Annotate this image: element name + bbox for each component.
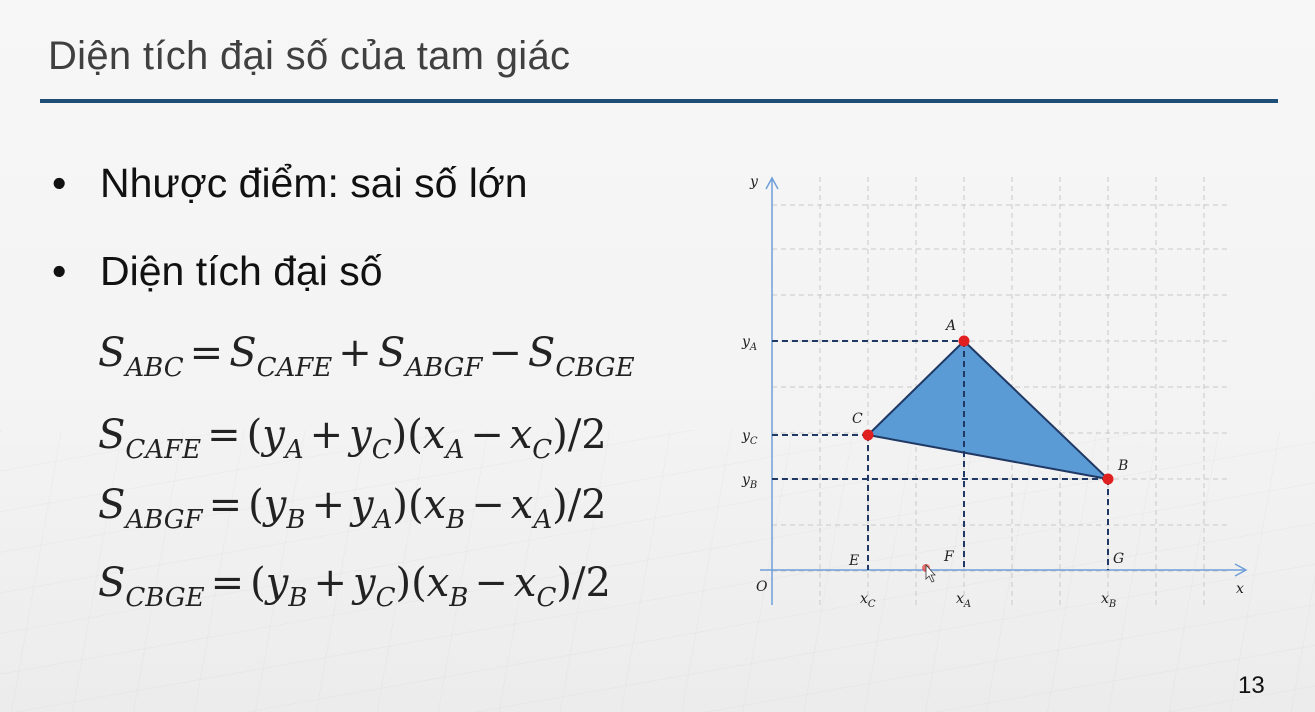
eq-subscript: C xyxy=(532,435,553,465)
eq-paren: ( xyxy=(246,412,263,458)
x-tick-xb: xB xyxy=(1101,591,1116,610)
eq-symbol: x xyxy=(423,482,447,528)
eq-paren: ( xyxy=(250,560,266,606)
equation-area-abc: SABC = SCAFE + SABGF − SCBGE xyxy=(98,330,635,383)
eq-subscript: A xyxy=(284,435,304,465)
eq-subscript: CBGE xyxy=(555,353,635,383)
eq-subscript: ABGF xyxy=(405,353,483,383)
eq-symbol: y xyxy=(349,412,372,458)
x-tick-xa: xA xyxy=(956,591,971,610)
eq-paren: ( xyxy=(407,412,423,458)
eq-paren: ) xyxy=(392,482,408,528)
point-label-g: G xyxy=(1113,551,1124,567)
eq-plus: + xyxy=(313,560,347,606)
bullet-marker: • xyxy=(52,248,67,294)
eq-symbol: y xyxy=(263,482,287,528)
eq-paren: ( xyxy=(407,482,424,528)
mouse-pointer-icon xyxy=(925,563,936,583)
eq-minus: − xyxy=(474,560,508,606)
point-label-f: F xyxy=(943,549,955,565)
eq-subscript: B xyxy=(449,583,469,613)
bullet-algebraic-area: • Diện tích đại số xyxy=(52,248,383,295)
eq-subscript: B xyxy=(286,505,306,535)
eq-symbol: x xyxy=(509,412,533,458)
vertex-c xyxy=(862,429,874,441)
bullet-text: Nhược điểm: sai số lớn xyxy=(100,160,528,206)
eq-divide: /2 xyxy=(567,412,607,458)
point-label-e: E xyxy=(848,553,859,569)
eq-paren: ( xyxy=(411,560,427,606)
eq-subscript: C xyxy=(536,583,557,613)
vertex-b xyxy=(1102,473,1114,485)
eq-subscript: A xyxy=(373,505,393,535)
triangle-abc xyxy=(865,339,1112,481)
eq-subscript: B xyxy=(446,505,466,535)
title-underline xyxy=(40,99,1278,103)
page-number: 13 xyxy=(1238,672,1265,699)
eq-equals: = xyxy=(207,412,241,458)
eq-plus: + xyxy=(309,412,344,458)
eq-subscript: A xyxy=(445,435,465,465)
triangle-diagram: y x O A B C E F G yA yC yB xC xA xB xyxy=(741,174,1248,610)
eq-subscript: ABC xyxy=(125,353,184,383)
eq-paren: ) xyxy=(395,560,412,606)
eq-equals: = xyxy=(210,560,245,606)
point-label-b: B xyxy=(1117,458,1128,474)
y-tick-yb: yB xyxy=(741,472,757,491)
eq-minus: − xyxy=(471,482,505,528)
eq-symbol: y xyxy=(350,482,374,528)
eq-subscript: CAFE xyxy=(125,435,202,465)
eq-divide: /2 xyxy=(572,560,611,606)
equation-area-cafe: SCAFE = (yA + yC)(xA − xC)/2 xyxy=(98,412,607,465)
point-label-a: A xyxy=(944,318,956,334)
eq-symbol: x xyxy=(422,412,446,458)
eq-equals: = xyxy=(208,482,243,528)
eq-paren: ) xyxy=(552,482,568,528)
eq-subscript: B xyxy=(288,583,308,613)
equation-area-cbge: SCBGE = (yB + yC)(xB − xC)/2 xyxy=(98,560,611,613)
bullet-text: Diện tích đại số xyxy=(100,248,383,294)
eq-divide: /2 xyxy=(567,482,607,528)
eq-plus: + xyxy=(311,482,345,528)
bullet-marker: • xyxy=(52,160,67,206)
eq-equals: = xyxy=(189,330,224,376)
eq-symbol: y xyxy=(353,560,376,606)
eq-subscript: C xyxy=(371,435,392,465)
eq-symbol: y xyxy=(265,560,289,606)
origin-label: O xyxy=(756,579,768,595)
vertex-a xyxy=(958,335,970,347)
eq-symbol: S xyxy=(377,330,406,376)
eq-subscript: A xyxy=(533,505,553,535)
eq-subscript: CAFE xyxy=(256,353,333,383)
equation-area-abgf: SABGF = (yB + yA)(xB − xA)/2 xyxy=(98,482,607,535)
eq-symbol: S xyxy=(98,412,126,458)
eq-paren: ) xyxy=(552,412,568,458)
y-tick-yc: yC xyxy=(741,428,758,447)
y-tick-ya: yA xyxy=(741,334,757,353)
eq-symbol: x xyxy=(513,560,537,606)
eq-plus: + xyxy=(338,330,372,376)
eq-subscript: C xyxy=(375,583,396,613)
eq-symbol: S xyxy=(229,330,257,376)
eq-minus: − xyxy=(488,330,522,376)
point-label-c: C xyxy=(852,411,863,427)
eq-symbol: S xyxy=(98,560,126,606)
eq-paren: ( xyxy=(248,482,264,528)
eq-subscript: CBGE xyxy=(125,583,205,613)
x-axis-label: x xyxy=(1236,581,1244,597)
eq-minus: − xyxy=(470,412,504,458)
eq-symbol: S xyxy=(527,330,556,376)
eq-symbol: x xyxy=(426,560,450,606)
eq-symbol: S xyxy=(98,330,126,376)
eq-subscript: ABGF xyxy=(125,505,203,535)
eq-symbol: y xyxy=(262,412,285,458)
eq-paren: ) xyxy=(556,560,572,606)
eq-symbol: x xyxy=(510,482,534,528)
eq-symbol: S xyxy=(98,482,126,528)
bullet-drawback: • Nhược điểm: sai số lớn xyxy=(52,160,528,207)
slide-title: Diện tích đại số của tam giác xyxy=(48,34,571,78)
y-axis-label: y xyxy=(749,174,759,190)
eq-paren: ) xyxy=(391,412,408,458)
